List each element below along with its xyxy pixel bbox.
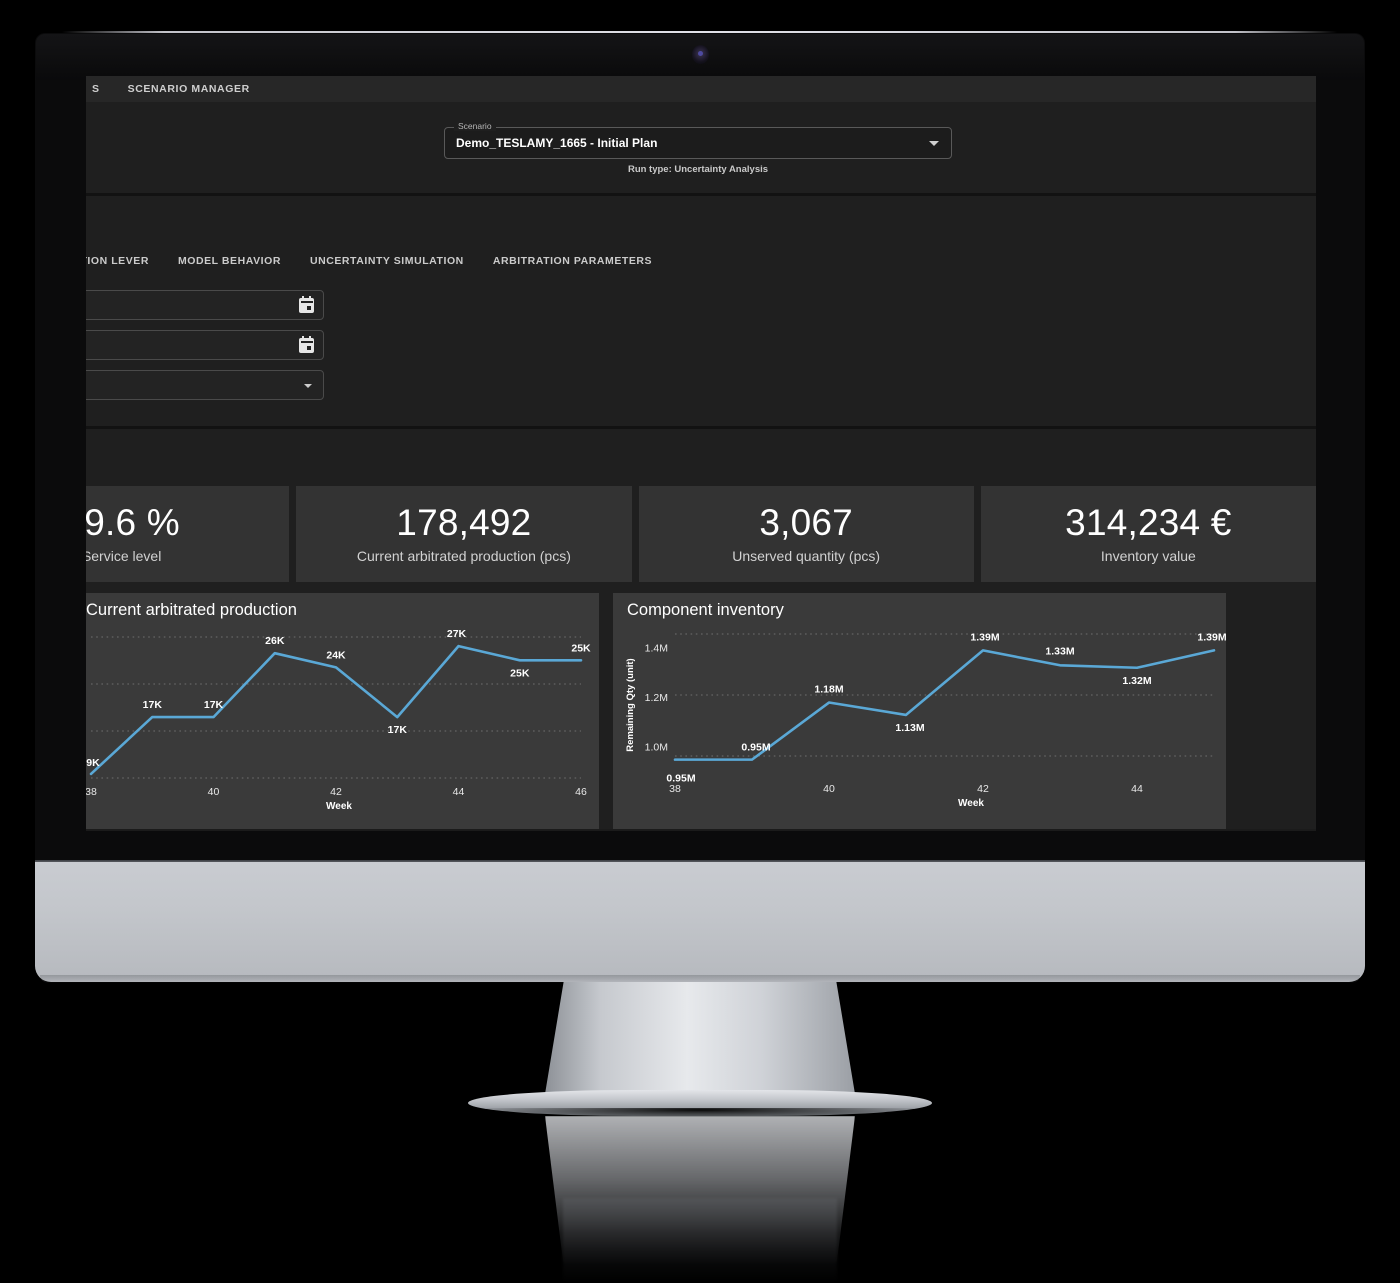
scenario-select-wrapper: Scenario Demo_TESLAMY_1665 - Initial Pla… bbox=[444, 121, 952, 159]
svg-text:44: 44 bbox=[1131, 783, 1143, 795]
kpi-card-unserved-quantity: 3,067 Unserved quantity (pcs) bbox=[638, 486, 974, 582]
svg-text:25K: 25K bbox=[510, 667, 530, 679]
scenario-toolbar-panel: Scenario Demo_TESLAMY_1665 - Initial Pla… bbox=[86, 102, 1316, 193]
tab-ss-action-lever[interactable]: SS ACTION LEVER bbox=[86, 255, 149, 267]
svg-text:42: 42 bbox=[330, 786, 342, 798]
chevron-down-icon[interactable] bbox=[929, 141, 939, 146]
scenario-select-legend: Scenario bbox=[454, 121, 496, 131]
svg-text:38: 38 bbox=[86, 786, 97, 798]
svg-text:25K: 25K bbox=[571, 642, 591, 654]
chevron-down-icon[interactable] bbox=[304, 384, 312, 388]
tabs-and-filters-panel: SS ACTION LEVER MODEL BEHAVIOR UNCERTAIN… bbox=[86, 193, 1316, 426]
svg-text:1.0M: 1.0M bbox=[645, 742, 668, 754]
filter-dropdown-field[interactable] bbox=[86, 370, 324, 400]
kpi-label: Service level bbox=[86, 547, 162, 564]
svg-text:1.39M: 1.39M bbox=[970, 631, 999, 643]
svg-text:27K: 27K bbox=[447, 628, 467, 640]
svg-text:9K: 9K bbox=[86, 757, 100, 769]
svg-text:1.13M: 1.13M bbox=[895, 722, 924, 734]
chart-card-current-arbitrated-production: Current arbitrated production 9K 17K 17K 26… bbox=[86, 593, 599, 829]
tab-bar: SS ACTION LEVER MODEL BEHAVIOR UNCERTAIN… bbox=[86, 255, 652, 267]
kpi-value: 3,067 bbox=[759, 502, 853, 544]
svg-text:0.95M: 0.95M bbox=[741, 742, 770, 754]
svg-text:40: 40 bbox=[208, 786, 220, 798]
kpi-value: 99.6 % bbox=[86, 502, 180, 544]
svg-text:24K: 24K bbox=[326, 649, 346, 661]
dashboard-panel: 99.6 % Service level 178,492 Current arb… bbox=[86, 426, 1316, 829]
svg-text:1.18M: 1.18M bbox=[814, 684, 843, 696]
kpi-value: 314,234 € bbox=[1065, 502, 1232, 544]
scenario-select-value: Demo_TESLAMY_1665 - Initial Plan bbox=[456, 136, 658, 150]
calendar-icon[interactable] bbox=[299, 336, 314, 353]
tab-model-behavior[interactable]: MODEL BEHAVIOR bbox=[178, 255, 281, 267]
line-chart-component-inventory: 0.95M0.95M1.18M1.13M1.39M1.33M1.32M1.39M… bbox=[625, 631, 1226, 809]
webcam-led-icon bbox=[698, 51, 703, 56]
scenario-select[interactable]: Scenario Demo_TESLAMY_1665 - Initial Pla… bbox=[444, 121, 952, 159]
svg-text:1.4M: 1.4M bbox=[645, 642, 668, 654]
svg-text:38: 38 bbox=[669, 783, 681, 795]
tab-uncertainty-simulation[interactable]: UNCERTAINTY SIMULATION bbox=[310, 255, 464, 267]
line-chart-current-arbitrated-production: 9K 17K 17K 26K 24K 17K 27K 25K 25K 38 40 42 44 46 Week bbox=[86, 628, 591, 812]
tab-arbitration-parameters[interactable]: ARBITRATION PARAMETERS bbox=[493, 255, 652, 267]
kpi-card-inventory-value: 314,234 € Inventory value bbox=[980, 486, 1316, 582]
svg-text:17K: 17K bbox=[204, 699, 224, 711]
svg-text:Remaining Qty (unit): Remaining Qty (unit) bbox=[625, 658, 636, 751]
svg-text:1.33M: 1.33M bbox=[1045, 645, 1074, 657]
kpi-label: Unserved quantity (pcs) bbox=[732, 547, 881, 564]
charts-row: Current arbitrated production 9K 17K 17K 26… bbox=[86, 593, 1316, 829]
kpi-value: 178,492 bbox=[396, 502, 532, 544]
screen-viewport: S SCENARIO MANAGER Scenario Demo_TESLAMY… bbox=[86, 76, 1316, 831]
screenshot-stage: S SCENARIO MANAGER Scenario Demo_TESLAMY… bbox=[0, 0, 1400, 1283]
calendar-icon[interactable] bbox=[299, 296, 314, 313]
svg-text:44: 44 bbox=[453, 786, 465, 798]
monitor-chin-shadow bbox=[40, 975, 1360, 983]
monitor-chin bbox=[35, 862, 1365, 982]
filter-fields bbox=[86, 290, 324, 410]
run-type-text: Run type: Uncertainty Analysis bbox=[627, 164, 769, 175]
svg-text:42: 42 bbox=[977, 783, 989, 795]
kpi-label: Inventory value bbox=[1100, 547, 1196, 564]
appbar-item-scenario-manager[interactable]: SCENARIO MANAGER bbox=[128, 83, 250, 95]
app-top-bar: S SCENARIO MANAGER bbox=[86, 76, 1316, 102]
chart-card-component-inventory: Component inventory 0.95M 0.95M 1.18M 1.13M… bbox=[613, 593, 1226, 829]
kpi-card-service-level: 99.6 % Service level bbox=[86, 486, 290, 582]
svg-text:26K: 26K bbox=[265, 635, 285, 647]
screen-bottom-filler bbox=[86, 829, 1316, 831]
monitor-stand-reflection-fade bbox=[563, 1198, 837, 1283]
svg-text:40: 40 bbox=[823, 783, 835, 795]
svg-text:1.39M: 1.39M bbox=[1197, 631, 1226, 643]
kpi-label: Current arbitrated production (pcs) bbox=[356, 547, 571, 564]
appbar-item-truncated[interactable]: S bbox=[92, 83, 100, 95]
date-from-field[interactable] bbox=[86, 290, 324, 320]
svg-text:17K: 17K bbox=[143, 699, 163, 711]
kpi-row: 99.6 % Service level 178,492 Current arb… bbox=[86, 486, 1316, 582]
svg-text:17K: 17K bbox=[388, 724, 408, 736]
svg-text:1.32M: 1.32M bbox=[1122, 675, 1151, 687]
svg-text:46: 46 bbox=[575, 786, 587, 798]
svg-text:Week: Week bbox=[958, 798, 984, 809]
svg-text:Week: Week bbox=[326, 801, 352, 812]
date-to-field[interactable] bbox=[86, 330, 324, 360]
monitor-stand-neck bbox=[545, 982, 855, 1094]
svg-text:1.2M: 1.2M bbox=[645, 692, 668, 704]
kpi-card-current-arbitrated-production: 178,492 Current arbitrated production (p… bbox=[296, 486, 632, 582]
